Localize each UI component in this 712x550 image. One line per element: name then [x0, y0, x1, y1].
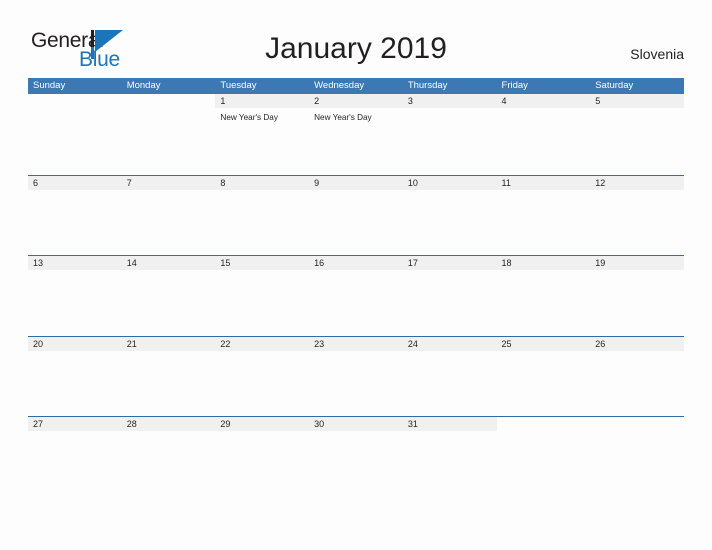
calendar-page: General Blue January 2019 Slovenia Sunda…: [0, 0, 712, 550]
week-row: 13 14 15 16 17 18 19: [28, 255, 684, 336]
day-event: [497, 270, 591, 334]
weekday-header-monday: Monday: [126, 80, 161, 91]
page-header: General Blue January 2019 Slovenia: [0, 0, 712, 78]
day-number[interactable]: 9: [309, 176, 403, 190]
day-number[interactable]: 31: [403, 417, 497, 431]
day-number[interactable]: 3: [403, 94, 497, 108]
weekday-header-row: Sunday Monday Tuesday Wednesday Thursday…: [28, 78, 684, 94]
day-number[interactable]: 22: [215, 337, 309, 351]
day-event: [497, 431, 591, 495]
day-number[interactable]: 27: [28, 417, 122, 431]
day-event: [215, 190, 309, 254]
day-number[interactable]: 23: [309, 337, 403, 351]
week-row: 27 28 29 30 31: [28, 416, 684, 497]
day-event: [28, 190, 122, 254]
day-number[interactable]: 8: [215, 176, 309, 190]
week-event-band: [28, 270, 684, 334]
day-event: [28, 431, 122, 495]
day-number[interactable]: 24: [403, 337, 497, 351]
day-event: [497, 351, 591, 415]
day-number[interactable]: 14: [122, 256, 216, 270]
day-event: [28, 351, 122, 415]
day-number[interactable]: 15: [215, 256, 309, 270]
day-number[interactable]: 28: [122, 417, 216, 431]
day-event: [309, 270, 403, 334]
day-event: [28, 270, 122, 334]
day-number[interactable]: 29: [215, 417, 309, 431]
day-event: [215, 270, 309, 334]
day-event: [403, 190, 497, 254]
day-event: [122, 431, 216, 495]
day-number[interactable]: 26: [590, 337, 684, 351]
day-event: [403, 270, 497, 334]
week-date-band: 13 14 15 16 17 18 19: [28, 256, 684, 270]
day-number[interactable]: 21: [122, 337, 216, 351]
day-number[interactable]: [590, 417, 684, 431]
weekday-header-saturday: Saturday: [595, 80, 634, 91]
day-event: [590, 431, 684, 495]
day-number[interactable]: 25: [497, 337, 591, 351]
day-number[interactable]: 11: [497, 176, 591, 190]
day-event: New Year's Day: [220, 113, 278, 122]
week-date-band: 6 7 8 9 10 11 12: [28, 175, 684, 190]
week-row: 20 21 22 23 24 25 26: [28, 335, 684, 417]
day-number[interactable]: 1: [215, 94, 309, 108]
day-event: [122, 351, 216, 415]
week-row: 1 2 3 4 5 New Year's Day New Year's Day: [28, 94, 684, 175]
day-number[interactable]: [121, 94, 216, 108]
day-event: [309, 190, 403, 254]
weekday-header-sunday: Sunday: [33, 80, 66, 91]
day-number[interactable]: 10: [403, 176, 497, 190]
day-number[interactable]: 13: [28, 256, 122, 270]
week-event-band: [28, 431, 684, 495]
day-number[interactable]: 20: [28, 337, 122, 351]
day-event: [497, 108, 591, 172]
weekday-header-wednesday: Wednesday: [314, 80, 365, 91]
week-event-band: New Year's Day New Year's Day: [28, 108, 684, 172]
day-event: [215, 431, 309, 495]
day-number[interactable]: 18: [497, 256, 591, 270]
day-event: [403, 108, 497, 172]
day-event: [497, 190, 591, 254]
day-event: [403, 351, 497, 415]
day-event: [590, 108, 684, 172]
day-event: [122, 190, 216, 254]
week-date-band: 27 28 29 30 31: [28, 417, 684, 431]
day-event: [590, 190, 684, 254]
day-event: [309, 351, 403, 415]
day-event: [590, 270, 684, 334]
calendar-grid: Sunday Monday Tuesday Wednesday Thursday…: [28, 78, 684, 497]
day-number[interactable]: 17: [403, 256, 497, 270]
week-event-band: [28, 189, 684, 254]
weekday-header-tuesday: Tuesday: [220, 80, 257, 91]
day-number[interactable]: 19: [590, 256, 684, 270]
day-number[interactable]: 5: [590, 94, 684, 108]
week-date-band: 20 21 22 23 24 25 26: [28, 336, 684, 351]
page-title: January 2019: [265, 32, 447, 65]
week-event-band: [28, 350, 684, 415]
weekday-header-thursday: Thursday: [407, 80, 448, 91]
day-event: [122, 108, 216, 172]
locale-label: Slovenia: [630, 46, 684, 62]
day-event: New Year's Day: [314, 113, 372, 122]
day-number[interactable]: 4: [497, 94, 591, 108]
weekday-header-friday: Friday: [501, 80, 528, 91]
week-row: 6 7 8 9 10 11 12: [28, 174, 684, 256]
day-event: [215, 351, 309, 415]
day-number[interactable]: 2: [309, 94, 403, 108]
day-event: [309, 431, 403, 495]
day-number[interactable]: [496, 417, 591, 431]
day-number[interactable]: 6: [28, 176, 122, 190]
day-number[interactable]: 16: [309, 256, 403, 270]
day-number[interactable]: 7: [122, 176, 216, 190]
week-date-band: 1 2 3 4 5: [28, 94, 684, 108]
day-number[interactable]: 12: [590, 176, 684, 190]
day-event: [403, 431, 497, 495]
day-event: [122, 270, 216, 334]
day-number[interactable]: 30: [309, 417, 403, 431]
day-event: [590, 351, 684, 415]
day-number[interactable]: [28, 94, 122, 108]
day-event: [28, 108, 122, 172]
